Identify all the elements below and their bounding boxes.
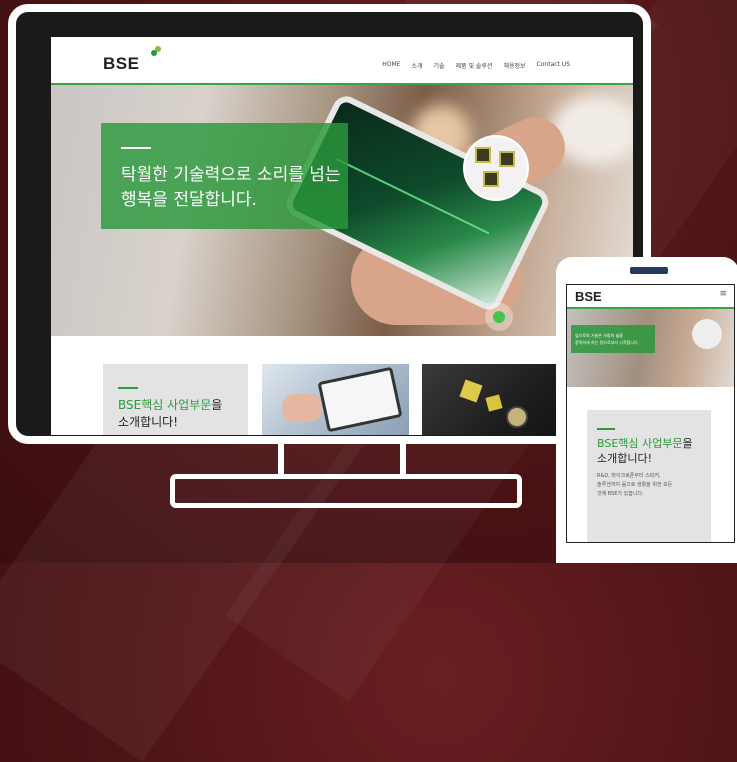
monitor-stand-base	[170, 474, 522, 508]
chip-icon	[483, 171, 499, 187]
chip-icon	[475, 147, 491, 163]
component-icon	[506, 406, 528, 428]
mobile-card-desc-line1: R&D, 마이크로폰부터 스피커,	[597, 473, 661, 479]
card-title-line1: BSE핵심 사업부문을	[118, 396, 222, 413]
hamburger-menu-icon[interactable]: ≡	[719, 289, 727, 299]
mobile-card-accent-bar	[597, 428, 615, 430]
card-title-highlight: BSE핵심 사업부문	[118, 398, 212, 412]
nav-item-contact[interactable]: Contact US	[537, 61, 570, 70]
nav-item-about[interactable]: 소개	[411, 61, 422, 70]
business-section: BSE핵심 사업부문을 소개합니다!	[51, 336, 633, 435]
site-logo[interactable]: BSE	[103, 46, 162, 74]
mobile-card-title-line1: BSE핵심 사업부문을	[597, 435, 693, 451]
mobile-header: BSE ≡	[567, 285, 734, 309]
nav-item-home[interactable]: HOME	[382, 61, 400, 70]
business-intro-card[interactable]: BSE핵심 사업부문을 소개합니다!	[103, 364, 248, 435]
mobile-card-desc-line2: 솔루션까지 음으로 생활을 위한 모든	[597, 482, 673, 488]
mobile-hero-line1: 앞으로의 기술은 사람의 삶을	[575, 333, 623, 338]
hero-caption-box: 탁월한 기술력으로 소리를 넘는 행복을 전달합니다.	[101, 123, 348, 229]
business-image-tablet[interactable]	[262, 364, 409, 435]
hero-accent-bar	[121, 147, 151, 149]
hero-banner: 탁월한 기술력으로 소리를 넘는 행복을 전달합니다.	[51, 85, 633, 336]
mobile-business-card[interactable]: BSE핵심 사업부문을 소개합니다! R&D, 마이크로폰부터 스피커, 솔루션…	[587, 410, 711, 542]
main-nav: HOME 소개 기술 제품 및 솔루션 채용정보 Contact US	[382, 61, 570, 70]
monitor-stand-neck	[278, 444, 406, 478]
card-title-line2: 소개합니다!	[118, 415, 179, 429]
highlight-dot-icon	[493, 311, 505, 323]
desktop-monitor: BSE HOME 소개 기술 제품 및 솔루션 채용정보 Contact US	[8, 4, 651, 444]
hand-shape	[282, 394, 322, 422]
logo-text: BSE	[103, 54, 140, 73]
mobile-card-desc-line3: 것에 BSE가 있습니다.	[597, 491, 644, 497]
mobile-hero-caption: 앞으로의 기술은 사람의 삶을 풍족하게 하는 정으로부터 시작됩니다.	[571, 325, 655, 353]
nav-item-careers[interactable]: 채용정보	[503, 61, 525, 70]
nav-item-technology[interactable]: 기술	[433, 61, 444, 70]
mobile-card-title-line2: 소개합니다!	[597, 452, 653, 465]
mobile-device: BSE ≡ 앞으로의 기술은 사람의 삶을 풍족하게 하는 정으로부터 시작됩니…	[556, 257, 737, 563]
component-icon	[459, 379, 483, 403]
chip-icon	[499, 151, 515, 167]
chip-bubble-image	[463, 135, 529, 201]
card-title-suffix: 을	[211, 398, 223, 412]
site-header: BSE HOME 소개 기술 제품 및 솔루션 채용정보 Contact US	[51, 37, 633, 85]
mobile-chip-image	[692, 319, 722, 349]
mobile-speaker	[630, 267, 668, 274]
mobile-card-title-suffix: 을	[682, 437, 693, 450]
hero-headline-line1: 탁월한 기술력으로 소리를 넘는	[121, 165, 341, 185]
mobile-logo[interactable]: BSE	[575, 289, 602, 304]
mobile-hero-line2: 풍족하게 하는 정으로부터 시작됩니다.	[575, 340, 639, 345]
mobile-hero-banner: 앞으로의 기술은 사람의 삶을 풍족하게 하는 정으로부터 시작됩니다.	[567, 309, 734, 387]
card-accent-bar	[118, 387, 138, 389]
component-icon	[485, 394, 503, 412]
hero-headline-line2: 행복을 전달합니다.	[121, 190, 257, 210]
nav-item-products[interactable]: 제품 및 솔루션	[456, 61, 493, 70]
mobile-card-title-highlight: BSE핵심 사업부문	[597, 437, 683, 450]
desktop-screen: BSE HOME 소개 기술 제품 및 솔루션 채용정보 Contact US	[51, 37, 633, 435]
tablet-shape	[317, 366, 403, 433]
mobile-screen: BSE ≡ 앞으로의 기술은 사람의 삶을 풍족하게 하는 정으로부터 시작됩니…	[566, 284, 735, 543]
